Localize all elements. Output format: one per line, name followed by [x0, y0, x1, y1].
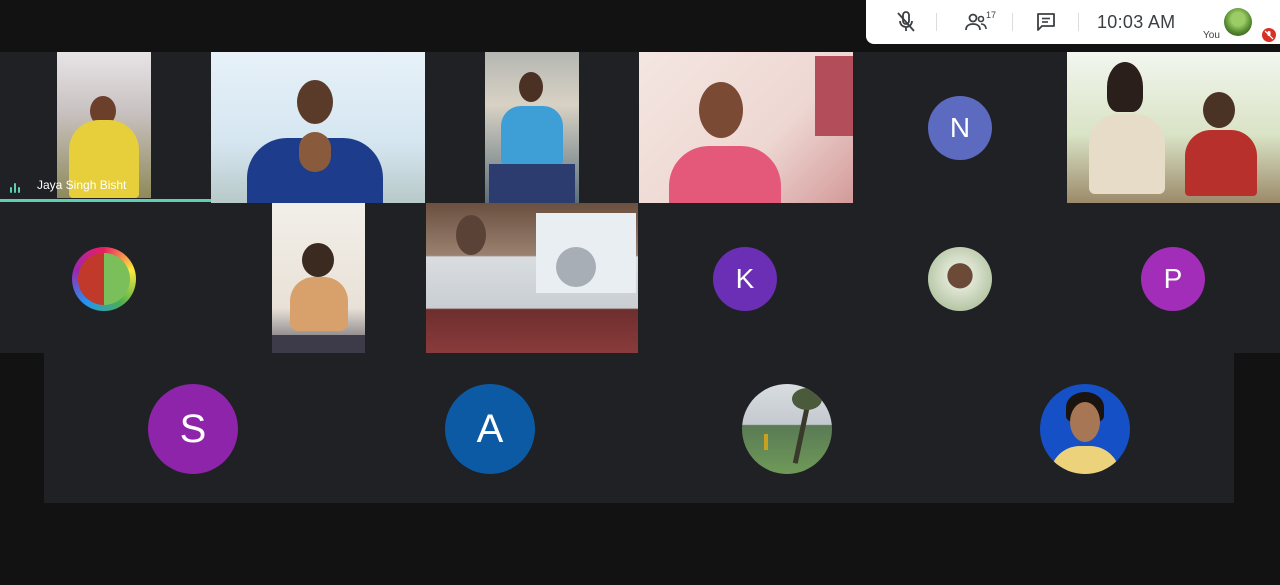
participant-head — [699, 82, 743, 138]
background-object — [815, 56, 853, 136]
participant-video[interactable] — [485, 52, 579, 203]
participant-video[interactable] — [57, 52, 151, 198]
participant-video[interactable] — [211, 52, 425, 203]
participant-body — [290, 277, 348, 331]
person-figure — [764, 434, 768, 450]
participant-lap — [489, 164, 575, 203]
participant-head — [1107, 62, 1143, 112]
tree-canopy — [792, 388, 822, 410]
avatar-initial[interactable]: N — [928, 96, 992, 160]
chat-icon[interactable] — [1034, 10, 1058, 34]
initial-letter: P — [1163, 263, 1183, 294]
photo-content — [78, 253, 130, 305]
divider — [936, 13, 937, 31]
participant-count: 17 — [986, 10, 997, 20]
shirt — [1050, 446, 1120, 474]
participant-hands — [299, 132, 331, 172]
initial-letter: N — [949, 112, 971, 143]
participant-video[interactable] — [1067, 52, 1280, 203]
initial-letter: A — [476, 406, 504, 451]
avatar-photo[interactable] — [1040, 384, 1130, 474]
participant-video[interactable] — [272, 203, 365, 353]
yoga-mat — [272, 335, 365, 353]
initial-letter: K — [735, 263, 755, 294]
participant-head — [297, 80, 333, 124]
participant-body — [1089, 114, 1165, 194]
self-avatar[interactable] — [1224, 8, 1252, 36]
participant-body — [501, 106, 563, 166]
meeting-controls: 17 10:03 AM You — [866, 0, 1280, 44]
avatar-initial[interactable]: A — [445, 384, 535, 474]
initial-letter: S — [179, 406, 207, 451]
participant-name: Jaya Singh Bisht — [37, 178, 127, 192]
self-mic-off-icon — [1262, 28, 1276, 42]
divider — [1012, 13, 1013, 31]
participant-head — [456, 215, 486, 255]
speaking-indicator — [0, 199, 211, 202]
people-icon[interactable] — [964, 10, 988, 34]
audio-level-icon — [10, 180, 22, 198]
self-label: You — [1203, 30, 1220, 41]
avatar-photo[interactable] — [72, 247, 136, 311]
avatar-photo[interactable] — [742, 384, 832, 474]
avatar-initial[interactable]: S — [148, 384, 238, 474]
participant-body — [1185, 130, 1257, 196]
participant-body — [669, 146, 781, 203]
participant-head — [1203, 92, 1235, 128]
participant-video[interactable] — [639, 52, 853, 203]
participant-head — [302, 243, 334, 277]
participant-head — [556, 247, 596, 287]
avatar-photo[interactable] — [928, 247, 992, 311]
divider — [1078, 13, 1079, 31]
participant-video[interactable] — [426, 203, 638, 353]
face — [1070, 402, 1100, 442]
participant-head — [519, 72, 543, 102]
avatar-initial[interactable]: P — [1141, 247, 1205, 311]
meeting-time: 10:03 AM — [1097, 12, 1176, 32]
mic-off-icon[interactable] — [894, 10, 918, 34]
avatar-initial[interactable]: K — [713, 247, 777, 311]
